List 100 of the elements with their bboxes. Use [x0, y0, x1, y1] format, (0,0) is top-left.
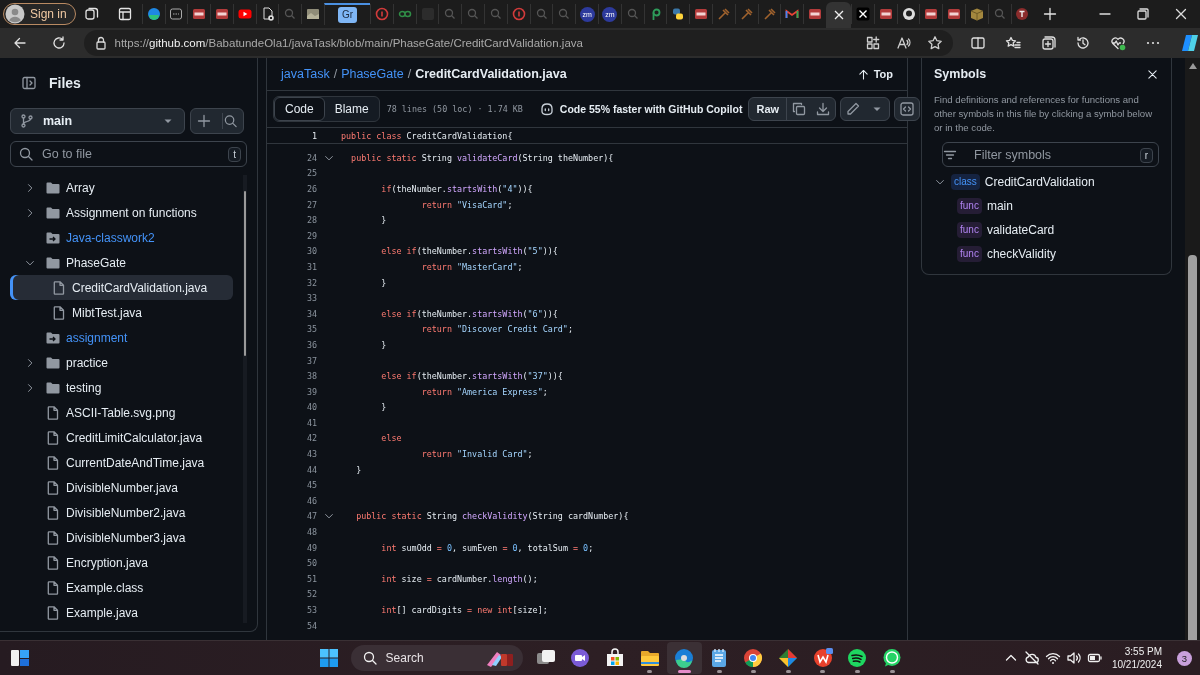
swirl-logo-icon[interactable]: [146, 7, 161, 21]
circle-logo-icon[interactable]: [901, 7, 916, 21]
copy-icon[interactable]: [791, 101, 808, 117]
side-panel-icon[interactable]: [21, 75, 37, 91]
scroll-up-icon[interactable]: [1187, 62, 1198, 70]
close-icon[interactable]: [1146, 67, 1159, 81]
tab-favicon[interactable]: Gr: [338, 7, 358, 23]
chat-app-icon[interactable]: [880, 647, 903, 669]
symbol-link[interactable]: checkValidity: [986, 247, 1057, 261]
cloud-off-icon[interactable]: [1023, 650, 1040, 666]
two-tone-logo-icon[interactable]: [671, 7, 686, 21]
image-thumbnail-icon[interactable]: [306, 7, 321, 21]
symbol-link[interactable]: CreditCardValidation: [984, 175, 1095, 189]
video-chat-icon[interactable]: [569, 647, 592, 669]
document-icon[interactable]: [694, 7, 709, 21]
download-icon[interactable]: [815, 101, 832, 117]
music-app-icon[interactable]: [846, 647, 869, 669]
app-grid-icon[interactable]: [865, 35, 881, 51]
clock-time[interactable]: 3:55 PM: [1124, 645, 1162, 658]
favorite-star-icon[interactable]: [927, 35, 943, 51]
gavel-icon[interactable]: [739, 7, 754, 21]
document-icon[interactable]: [808, 7, 823, 21]
workspaces-icon[interactable]: [84, 6, 101, 22]
pencil-icon[interactable]: [845, 101, 862, 117]
history-icon[interactable]: [1075, 35, 1091, 51]
heart-pulse-icon[interactable]: [1110, 35, 1126, 51]
cross-logo-icon[interactable]: [855, 7, 870, 21]
tree-item[interactable]: assignment: [10, 325, 233, 350]
volume-icon[interactable]: [1065, 650, 1082, 666]
browser-tab[interactable]: [826, 2, 851, 28]
tab-actions-icon[interactable]: [117, 6, 134, 22]
new-tab-icon[interactable]: [1042, 6, 1059, 22]
close-icon[interactable]: [1173, 6, 1189, 22]
plus-icon[interactable]: [196, 113, 212, 129]
split-screen-icon[interactable]: [970, 35, 986, 51]
round-browser-icon[interactable]: [742, 647, 765, 669]
clock-date[interactable]: 10/21/2024: [1111, 658, 1162, 671]
scrollbar-thumb[interactable]: [244, 191, 246, 356]
pinwheel-icon[interactable]: [777, 647, 800, 669]
tree-item[interactable]: PhaseGate: [10, 250, 233, 275]
restore-icon[interactable]: [1135, 6, 1151, 22]
view-tab[interactable]: Code: [274, 97, 325, 121]
search-box[interactable]: Search: [350, 645, 523, 671]
start-icon[interactable]: [318, 647, 341, 669]
breadcrumb-link[interactable]: javaTask: [281, 67, 330, 81]
symbol-link[interactable]: validateCard: [986, 223, 1055, 237]
document-icon[interactable]: [924, 7, 939, 21]
search-icon[interactable]: [222, 113, 238, 129]
read-aloud-icon[interactable]: [896, 35, 912, 51]
notification-badge[interactable]: 3: [1177, 650, 1192, 666]
tree-item[interactable]: Array: [10, 175, 233, 200]
view-tab[interactable]: Blame: [324, 97, 379, 121]
tree-item[interactable]: CurrentDateAndTime.java: [10, 450, 233, 475]
symbol-link[interactable]: main: [986, 199, 1013, 213]
tree-item[interactable]: CreditLimitCalculator.java: [10, 425, 233, 450]
collections-icon[interactable]: [1040, 35, 1056, 51]
envelope-icon[interactable]: [785, 7, 800, 21]
branch-selector[interactable]: main: [10, 108, 185, 134]
top-button[interactable]: Top: [856, 67, 893, 81]
office-app-icon[interactable]: [811, 647, 834, 669]
tree-item[interactable]: testing: [10, 375, 233, 400]
gavel-icon[interactable]: [762, 7, 777, 21]
code-symbols-icon[interactable]: [899, 101, 916, 117]
tree-item[interactable]: practice: [10, 350, 233, 375]
tree-item[interactable]: Java-classwork2: [10, 225, 233, 250]
refresh-icon[interactable]: [51, 35, 68, 51]
tree-item[interactable]: DivisibleNumber3.java: [10, 525, 233, 550]
document-icon[interactable]: [215, 7, 229, 21]
window-icon[interactable]: [169, 7, 184, 21]
copilot-icon[interactable]: [1180, 33, 1200, 53]
address-field[interactable]: https://github.com/BabatundeOla1/javaTask/blob/main/PhaseGate/CreditCardValidation.java: [83, 30, 953, 56]
tree-item[interactable]: MibtTest.java: [10, 300, 233, 325]
copilot-promo[interactable]: Code 55% faster with GitHub Copilot: [559, 103, 743, 115]
scrollbar[interactable]: [243, 175, 247, 623]
tree-item[interactable]: DivisibleNumber2.java: [10, 500, 233, 525]
profile-button[interactable]: Sign in: [3, 3, 76, 25]
raw-button[interactable]: Raw: [749, 98, 788, 120]
document-icon[interactable]: [947, 7, 962, 21]
play-icon[interactable]: [237, 7, 252, 21]
tree-item[interactable]: Assignment on functions: [10, 200, 233, 225]
file-icon[interactable]: [260, 7, 275, 21]
breadcrumb-link[interactable]: PhaseGate: [341, 67, 404, 81]
circle-logo-icon[interactable]: [1015, 7, 1030, 21]
ring-logo-icon[interactable]: [374, 7, 389, 21]
box-icon[interactable]: [969, 7, 984, 21]
widgets-icon[interactable]: [9, 647, 31, 669]
tree-item[interactable]: Encryption.java: [10, 550, 233, 575]
tree-item[interactable]: Example.java: [10, 600, 233, 625]
tree-item[interactable]: CreditCardValidation.java: [10, 275, 233, 300]
tree-item[interactable]: Example.class: [10, 575, 233, 600]
ring-logo-icon[interactable]: [511, 7, 526, 21]
tree-item[interactable]: DivisibleNumber.java: [10, 475, 233, 500]
document-icon[interactable]: [878, 7, 893, 21]
swirl-logo-icon[interactable]: [673, 647, 696, 669]
favorites-icon[interactable]: [1005, 35, 1021, 51]
gavel-icon[interactable]: [716, 7, 731, 21]
tree-item[interactable]: ASCII-Table.svg.png: [10, 400, 233, 425]
document-icon[interactable]: [192, 7, 207, 21]
scrollbar-thumb[interactable]: [1188, 255, 1197, 640]
wifi-icon[interactable]: [1044, 650, 1061, 666]
